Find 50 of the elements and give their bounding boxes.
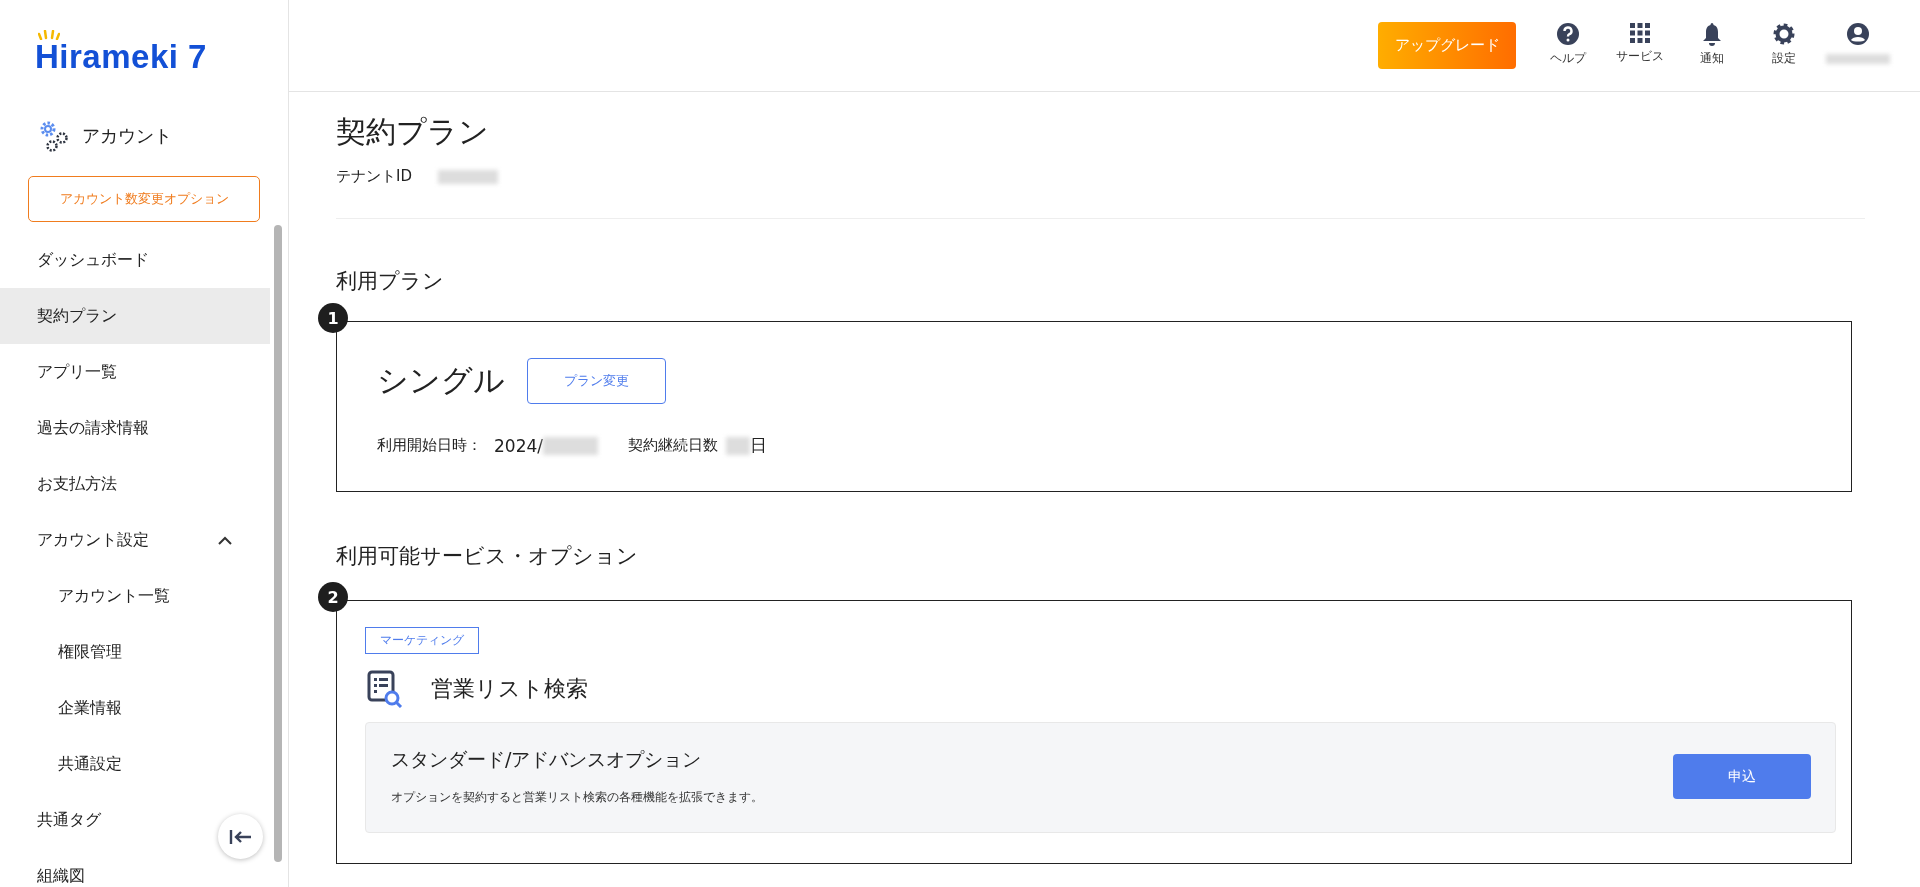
section-heading: 利用可能サービス・オプション: [336, 543, 639, 570]
redacted-username: [1826, 54, 1890, 64]
redacted-date: [543, 436, 598, 455]
header-tool[interactable]: 通知: [1682, 22, 1742, 67]
nav-item[interactable]: 過去の請求情報: [0, 400, 270, 456]
category-tag: マーケティング: [365, 627, 479, 654]
nav-item[interactable]: 契約プラン: [0, 288, 270, 344]
page-title: 契約プラン: [336, 113, 490, 151]
start-date-value: 2024/: [494, 435, 543, 456]
bell-icon: [1702, 22, 1722, 46]
user-icon: [1846, 22, 1870, 46]
step-badge: 1: [318, 303, 348, 333]
section-heading: 利用プラン: [336, 268, 445, 295]
nav-subitem[interactable]: 権限管理: [0, 624, 270, 680]
arrow-to-left-bar-icon: [228, 828, 253, 845]
nav-subitem[interactable]: 共通設定: [0, 736, 270, 792]
section-title: アカウント: [82, 124, 172, 148]
logo-rays-icon: [38, 30, 60, 40]
option-description: オプションを契約すると営業リスト検索の各種機能を拡張できます。: [391, 789, 763, 806]
step-badge: 2: [318, 582, 348, 612]
contract-days-label: 契約継続日数: [628, 436, 718, 455]
redacted-days: [726, 436, 750, 455]
redacted-tenant-id: [438, 169, 498, 184]
apply-button[interactable]: 申込: [1673, 754, 1811, 799]
nav-subitem[interactable]: 企業情報: [0, 680, 270, 736]
list-search-icon: [367, 670, 403, 708]
plan-change-button[interactable]: プラン変更: [527, 358, 666, 404]
help-icon: [1556, 22, 1580, 46]
header-tool[interactable]: 設定: [1754, 22, 1814, 67]
header-tool[interactable]: ヘルプ: [1538, 22, 1598, 67]
collapse-sidebar-button[interactable]: [218, 814, 263, 859]
nav-item[interactable]: アカウント設定: [0, 512, 270, 568]
plan-name: シングル: [377, 361, 505, 400]
header-tool[interactable]: サービス: [1610, 22, 1670, 65]
scrollbar[interactable]: [274, 225, 282, 862]
nav-item[interactable]: お支払方法: [0, 456, 270, 512]
option-title: スタンダード/アドバンスオプション: [391, 747, 703, 772]
tenant-id-label: テナントID: [336, 167, 412, 186]
service-name: 営業リスト検索: [431, 675, 588, 703]
days-unit: 日: [750, 434, 767, 457]
nav-item[interactable]: 組織図: [0, 848, 270, 887]
start-date-label: 利用開始日時：: [377, 436, 482, 455]
settings-icon: [1772, 22, 1796, 46]
header-tool[interactable]: [1826, 22, 1890, 64]
nav-item[interactable]: アプリ一覧: [0, 344, 270, 400]
nav-item[interactable]: 共通タグ: [0, 792, 270, 848]
grid-icon: [1629, 22, 1651, 44]
nav-item[interactable]: ダッシュボード: [0, 232, 270, 288]
logo[interactable]: Hirameki 7: [35, 38, 207, 75]
nav-subitem[interactable]: アカウント一覧: [0, 568, 270, 624]
